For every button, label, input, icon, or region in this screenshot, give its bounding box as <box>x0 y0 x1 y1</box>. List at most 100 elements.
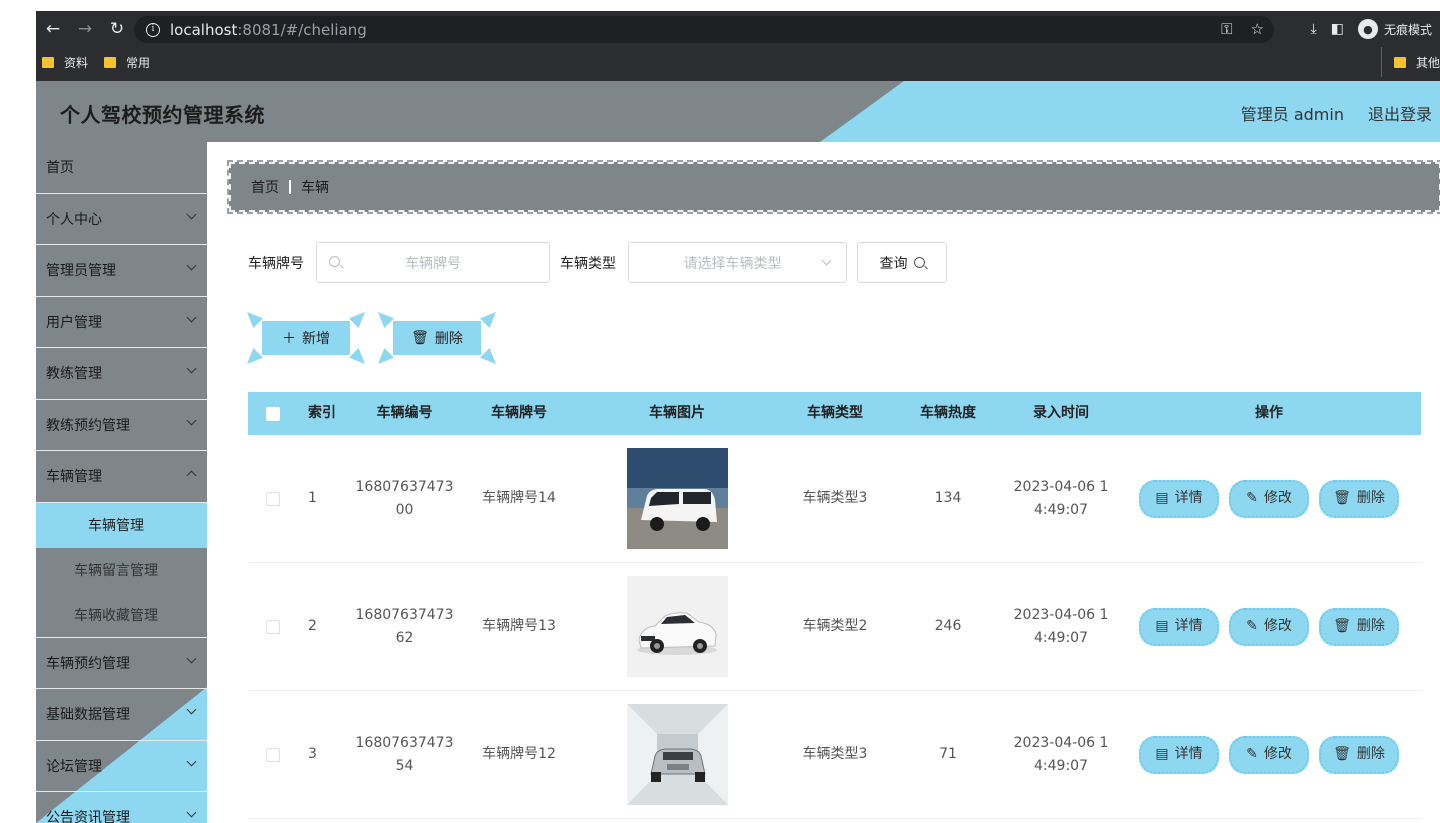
bookmark-folder[interactable]: 常用 <box>104 54 150 71</box>
button-corner <box>247 312 263 328</box>
row-type: 车辆类型3 <box>802 490 868 506</box>
vehicle-table: 索引 车辆编号 车辆牌号 车辆图片 车辆类型 车辆热度 录入时间 操作 1 16… <box>248 392 1421 819</box>
bookmark-folder[interactable]: 资料 <box>42 54 88 71</box>
add-button[interactable]: ＋ 新增 <box>247 312 365 364</box>
plate-filter-label: 车辆牌号 <box>248 255 304 272</box>
download-icon[interactable]: ⤓ <box>1311 21 1317 37</box>
app-title: 个人驾校预约管理系统 <box>60 103 265 127</box>
header-index: 索引 <box>308 405 336 421</box>
back-icon[interactable]: ← <box>42 18 64 40</box>
reload-icon[interactable]: ↻ <box>106 18 128 40</box>
sidebar-subitem-vehicle-favorites[interactable]: 车辆收藏管理 <box>36 593 207 638</box>
sidebar-item-coaches[interactable]: 教练管理 <box>36 348 207 400</box>
vehicle-no-line: 16807637473 <box>355 478 454 495</box>
delete-button[interactable]: 🗑 删除 <box>1319 607 1399 646</box>
delete-button[interactable]: 🗑 删除 <box>1319 479 1399 518</box>
row-vehicle-no: 16807637473 54 <box>346 732 463 778</box>
chevron-down-icon <box>186 209 197 219</box>
sidebar-subitem-vehicle-manage[interactable]: 车辆管理 <box>36 502 207 548</box>
row-plate: 车辆牌号12 <box>482 746 556 762</box>
sidebar-item-label: 用户管理 <box>46 314 102 331</box>
button-corner <box>480 312 496 328</box>
row-checkbox[interactable] <box>266 619 280 634</box>
row-select-cell <box>248 491 298 506</box>
site-info-icon[interactable]: i <box>146 22 160 37</box>
detail-button[interactable]: ▤ 详情 <box>1139 735 1219 774</box>
detail-label: 详情 <box>1174 490 1203 506</box>
row-index: 1 <box>308 490 317 506</box>
type-select-placeholder: 请选择车辆类型 <box>683 255 782 272</box>
time-line: 2023-04-06 1 <box>1013 734 1109 751</box>
row-type: 车辆类型3 <box>802 746 868 762</box>
sidebar-item-news[interactable]: 公告资讯管理 <box>36 792 207 823</box>
logout-link[interactable]: 退出登录 <box>1368 101 1432 125</box>
vehicle-photo-suv[interactable] <box>626 704 728 805</box>
edit-button[interactable]: ✎ 修改 <box>1229 735 1309 774</box>
table-header: 索引 车辆编号 车辆牌号 车辆图片 车辆类型 车辆热度 录入时间 操作 <box>248 392 1421 435</box>
sidebar-item-label: 车辆管理 <box>46 469 102 486</box>
chevron-down-icon <box>186 363 197 374</box>
star-icon[interactable]: ☆ <box>1251 20 1264 38</box>
delete-label: 删除 <box>1356 490 1385 506</box>
edit-label: 修改 <box>1263 618 1292 634</box>
sidebar-item-base-data[interactable]: 基础数据管理 <box>36 689 207 741</box>
type-select[interactable]: 请选择车辆类型 <box>628 242 847 283</box>
sidebar-item-profile[interactable]: 个人中心 <box>36 194 207 245</box>
sidebar-item-label: 个人中心 <box>46 211 102 228</box>
sidebar-item-vehicle-booking[interactable]: 车辆预约管理 <box>36 638 207 689</box>
delete-button[interactable]: 🗑 删除 <box>1319 735 1399 774</box>
row-time: 2023-04-06 1 4:49:07 <box>1005 732 1117 778</box>
sidebar-item-coach-booking[interactable]: 教练预约管理 <box>36 400 207 451</box>
search-icon <box>913 257 925 268</box>
chevron-down-icon <box>186 704 197 715</box>
chevron-down-icon <box>186 756 197 766</box>
table-row: 2 16807637473 62 车辆牌号13 车辆类型2 246 2023-0… <box>248 563 1421 691</box>
bookmark-label: 常用 <box>126 55 151 70</box>
vehicle-photo-van[interactable] <box>626 448 728 549</box>
header-image: 车辆图片 <box>649 405 705 421</box>
edit-button[interactable]: ✎ 修改 <box>1229 607 1309 646</box>
sidebar-item-vehicles[interactable]: 车辆管理 <box>36 451 207 503</box>
omnibox-icons: ⚿ ☆ <box>1221 20 1264 38</box>
detail-button[interactable]: ▤ 详情 <box>1139 479 1219 518</box>
breadcrumb-home[interactable]: 首页 <box>251 177 279 197</box>
sidebar-item-users[interactable]: 用户管理 <box>36 297 207 348</box>
batch-delete-button[interactable]: 🗑 删除 <box>378 312 496 364</box>
sidebar-item-home[interactable]: 首页 <box>36 142 207 194</box>
select-all-checkbox[interactable] <box>266 406 280 421</box>
row-checkbox[interactable] <box>266 491 280 506</box>
bookmarks-bar: 资料 常用 其他 <box>36 47 1440 77</box>
key-icon[interactable]: ⚿ <box>1221 20 1232 38</box>
plate-search-input[interactable]: 车辆牌号 <box>316 242 550 283</box>
header-time: 录入时间 <box>1033 405 1089 421</box>
breadcrumb-current: 车辆 <box>301 180 329 196</box>
current-user: 管理员 admin <box>1240 105 1344 124</box>
other-bookmarks[interactable]: 其他 <box>1380 47 1440 77</box>
chevron-down-icon <box>186 807 197 818</box>
bookmark-label: 其他 <box>1415 55 1440 70</box>
header-heat: 车辆热度 <box>920 405 976 421</box>
breadcrumb-separator <box>289 180 291 194</box>
query-button[interactable]: 查询 <box>857 242 947 283</box>
sidebar-subitem-label: 车辆留言管理 <box>74 563 158 579</box>
edit-button[interactable]: ✎ 修改 <box>1229 479 1309 518</box>
vehicle-photo-coupe[interactable] <box>626 576 728 677</box>
plus-icon: ＋ <box>282 331 296 347</box>
url-bar[interactable]: i localhost:8081/#/cheliang ⚿ ☆ <box>134 16 1274 43</box>
type-filter-label: 车辆类型 <box>560 255 616 272</box>
row-ops: ▤ 详情 ✎ 修改 🗑 删除 <box>1117 735 1421 774</box>
row-checkbox[interactable] <box>266 747 280 762</box>
header-ops: 操作 <box>1255 405 1283 421</box>
row-index: 2 <box>308 618 317 634</box>
time-line: 2023-04-06 1 <box>1013 478 1109 495</box>
row-type: 车辆类型2 <box>802 618 868 634</box>
forward-icon[interactable]: → <box>74 18 96 40</box>
sidebar-subitem-vehicle-messages[interactable]: 车辆留言管理 <box>36 548 207 593</box>
breadcrumb: 首页 车辆 <box>227 160 1440 214</box>
incognito-indicator[interactable]: ● 无痕模式 <box>1357 19 1432 39</box>
vehicle-no-line: 16807637473 <box>355 606 454 623</box>
sidebar-item-forum[interactable]: 论坛管理 <box>36 741 207 792</box>
detail-button[interactable]: ▤ 详情 <box>1139 607 1219 646</box>
sidebar-item-admins[interactable]: 管理员管理 <box>36 245 207 297</box>
side-panel-icon[interactable]: ◧ <box>1331 21 1344 37</box>
